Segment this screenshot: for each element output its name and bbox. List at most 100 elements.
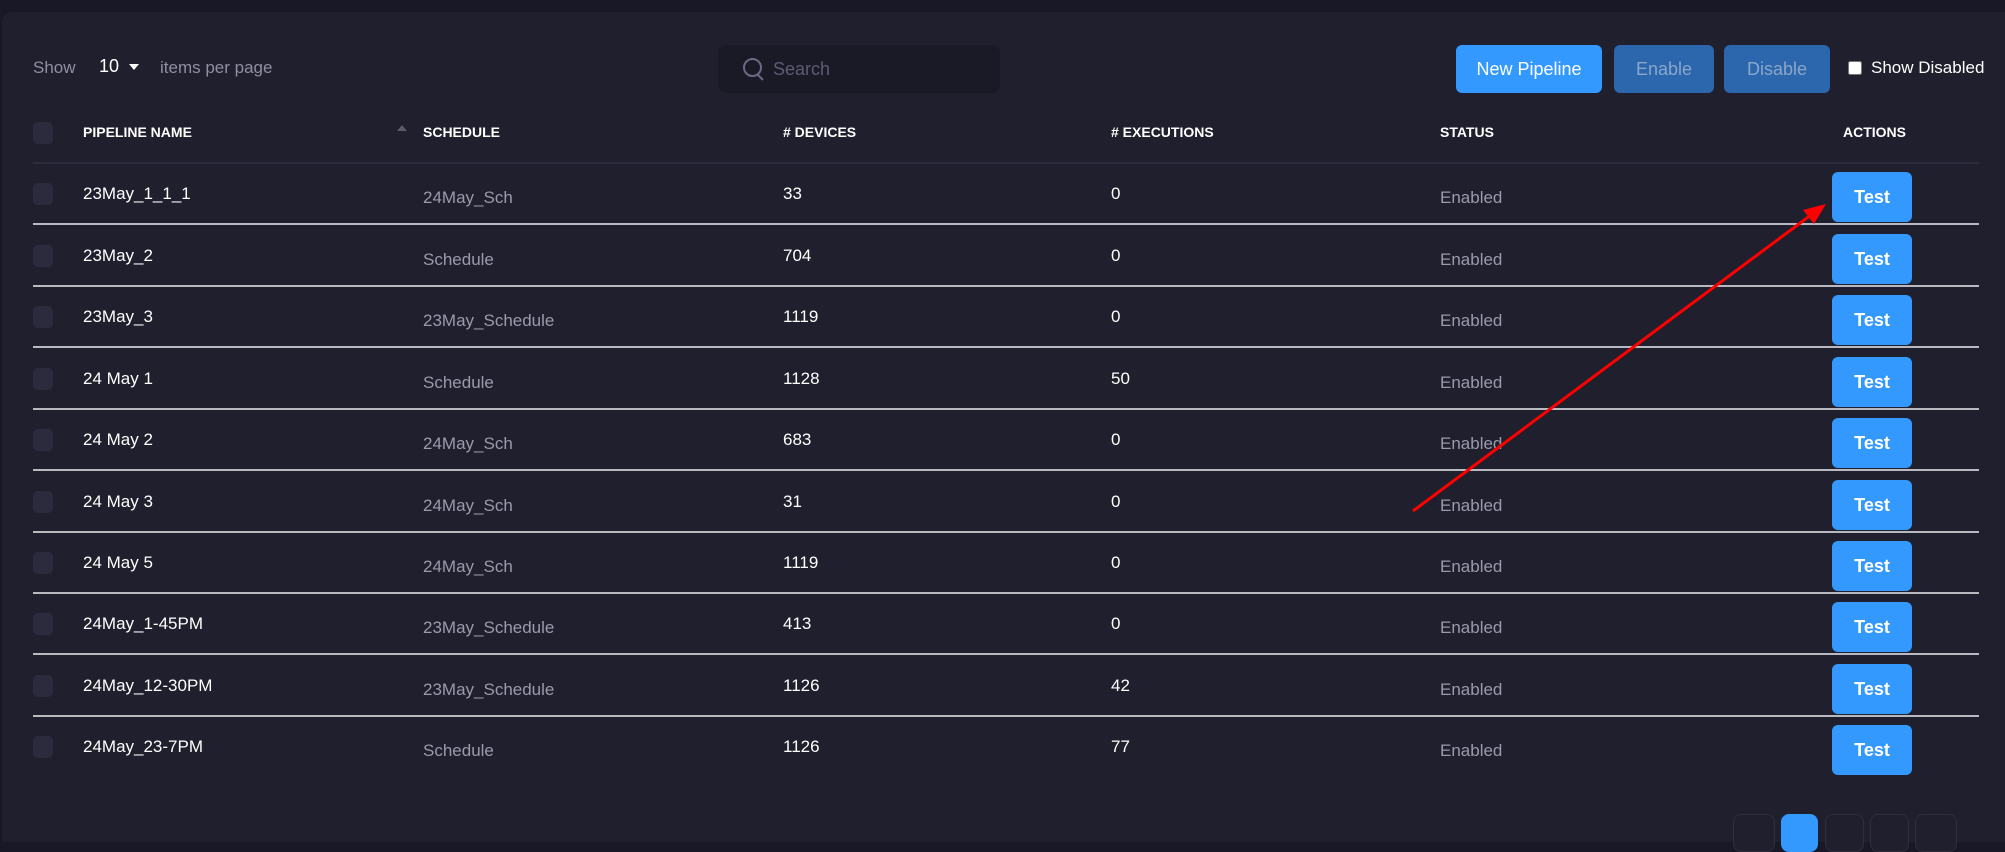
execution-count: 0 xyxy=(1111,430,1121,449)
row-checkbox[interactable] xyxy=(33,675,53,697)
search-icon xyxy=(743,58,765,81)
row-divider xyxy=(33,653,1979,655)
table-row: 24May_1-45PM 23May_Schedule 413 0 Enabled Tes… xyxy=(0,594,2005,655)
row-checkbox[interactable] xyxy=(33,368,53,390)
show-disabled-toggle[interactable]: Show Disabled xyxy=(1848,58,1984,78)
pagination-page-button[interactable] xyxy=(1825,814,1864,852)
device-count: 1119 xyxy=(783,307,819,326)
status-text: Enabled xyxy=(1440,618,1503,637)
test-button[interactable]: Test xyxy=(1832,725,1912,775)
execution-count: 0 xyxy=(1111,307,1121,326)
status-text: Enabled xyxy=(1440,741,1503,760)
device-count: 33 xyxy=(783,184,802,203)
column-header-status[interactable]: STATUS xyxy=(1440,124,1494,140)
show-disabled-checkbox[interactable] xyxy=(1848,61,1862,75)
row-divider xyxy=(33,469,1979,471)
pipeline-name[interactable]: 24 May 3 xyxy=(83,492,153,512)
test-button[interactable]: Test xyxy=(1832,664,1912,714)
row-checkbox[interactable] xyxy=(33,491,53,513)
device-count: 1126 xyxy=(783,676,820,695)
device-count: 1128 xyxy=(783,369,820,388)
show-label: Show xyxy=(33,58,76,77)
test-button[interactable]: Test xyxy=(1832,602,1912,652)
sort-ascending-icon[interactable] xyxy=(397,125,407,131)
column-header-pipeline-name[interactable]: PIPELINE NAME xyxy=(83,124,192,140)
execution-count: 0 xyxy=(1111,246,1121,265)
row-checkbox[interactable] xyxy=(33,552,53,574)
pipeline-name[interactable]: 24 May 2 xyxy=(83,430,153,450)
row-checkbox[interactable] xyxy=(33,736,53,758)
device-count: 413 xyxy=(783,614,812,633)
status-text: Enabled xyxy=(1440,557,1503,576)
schedule-name: 24May_Sch xyxy=(423,434,513,453)
test-button[interactable]: Test xyxy=(1832,357,1912,407)
schedule-name: 24May_Sch xyxy=(423,557,513,576)
search-input[interactable] xyxy=(771,57,995,81)
pipeline-name[interactable]: 23May_2 xyxy=(83,246,153,266)
select-all-checkbox[interactable] xyxy=(33,122,53,144)
execution-count: 42 xyxy=(1111,676,1130,695)
row-checkbox[interactable] xyxy=(33,429,53,451)
row-checkbox[interactable] xyxy=(33,306,53,328)
row-divider xyxy=(33,223,1979,225)
pipeline-name[interactable]: 24May_1-45PM xyxy=(83,614,203,634)
test-button[interactable]: Test xyxy=(1832,541,1912,591)
schedule-name: 23May_Schedule xyxy=(423,311,555,330)
new-pipeline-button[interactable]: New Pipeline xyxy=(1456,45,1602,93)
page-size-value: 10 xyxy=(99,56,120,76)
status-text: Enabled xyxy=(1440,250,1503,269)
pagination-page-button[interactable] xyxy=(1781,814,1818,852)
pipeline-name[interactable]: 24 May 5 xyxy=(83,553,153,573)
execution-count: 0 xyxy=(1111,184,1121,203)
pipeline-name[interactable]: 23May_1_1_1 xyxy=(83,184,191,204)
search-box xyxy=(718,45,1000,93)
pipeline-name[interactable]: 24May_12-30PM xyxy=(83,676,212,696)
table-row: 24 May 1 Schedule 1128 50 Enabled Test xyxy=(0,349,2005,410)
status-text: Enabled xyxy=(1440,188,1503,207)
enable-button[interactable]: Enable xyxy=(1614,45,1714,93)
column-header-actions: ACTIONS xyxy=(1843,124,1906,140)
disable-button[interactable]: Disable xyxy=(1724,45,1830,93)
row-checkbox[interactable] xyxy=(33,613,53,635)
schedule-name: 24May_Sch xyxy=(423,188,513,207)
pipeline-name[interactable]: 24 May 1 xyxy=(83,369,153,389)
items-per-page-label: items per page xyxy=(160,58,273,77)
table-row: 24 May 2 24May_Sch 683 0 Enabled Test xyxy=(0,410,2005,471)
schedule-name: 24May_Sch xyxy=(423,496,513,515)
show-disabled-label: Show Disabled xyxy=(1871,58,1985,77)
test-button[interactable]: Test xyxy=(1832,172,1912,222)
schedule-name: 23May_Schedule xyxy=(423,618,555,637)
row-checkbox[interactable] xyxy=(33,183,53,205)
column-header-devices[interactable]: # DEVICES xyxy=(783,124,856,140)
device-count: 683 xyxy=(783,430,812,449)
test-button[interactable]: Test xyxy=(1832,234,1912,284)
schedule-name: Schedule xyxy=(423,373,494,392)
schedule-name: Schedule xyxy=(423,250,494,269)
schedule-name: Schedule xyxy=(423,741,494,760)
test-button[interactable]: Test xyxy=(1832,418,1912,468)
row-checkbox[interactable] xyxy=(33,245,53,267)
row-divider xyxy=(33,346,1979,348)
table-row: 24 May 3 24May_Sch 31 0 Enabled Test xyxy=(0,472,2005,533)
device-count: 1126 xyxy=(783,737,820,756)
pagination-next-button[interactable] xyxy=(1915,814,1957,852)
pagination-page-button[interactable] xyxy=(1870,814,1909,852)
pagination-prev-button[interactable] xyxy=(1733,814,1775,852)
table-row: 23May_3 23May_Schedule 1119 0 Enabled Test xyxy=(0,287,2005,348)
status-text: Enabled xyxy=(1440,311,1503,330)
pipeline-name[interactable]: 24May_23-7PM xyxy=(83,737,203,757)
column-header-schedule[interactable]: SCHEDULE xyxy=(423,124,500,140)
execution-count: 0 xyxy=(1111,614,1121,633)
table-row: 23May_1_1_1 24May_Sch 33 0 Enabled Test xyxy=(0,164,2005,225)
column-header-executions[interactable]: # EXECUTIONS xyxy=(1111,124,1214,140)
page-size-select[interactable]: 10 xyxy=(99,56,140,77)
status-text: Enabled xyxy=(1440,496,1503,515)
execution-count: 50 xyxy=(1111,369,1130,388)
test-button[interactable]: Test xyxy=(1832,480,1912,530)
table-row: 24May_23-7PM Schedule 1126 77 Enabled Test xyxy=(0,717,2005,778)
execution-count: 0 xyxy=(1111,553,1121,572)
device-count: 1119 xyxy=(783,553,819,572)
status-text: Enabled xyxy=(1440,373,1503,392)
test-button[interactable]: Test xyxy=(1832,295,1912,345)
pipeline-name[interactable]: 23May_3 xyxy=(83,307,153,327)
